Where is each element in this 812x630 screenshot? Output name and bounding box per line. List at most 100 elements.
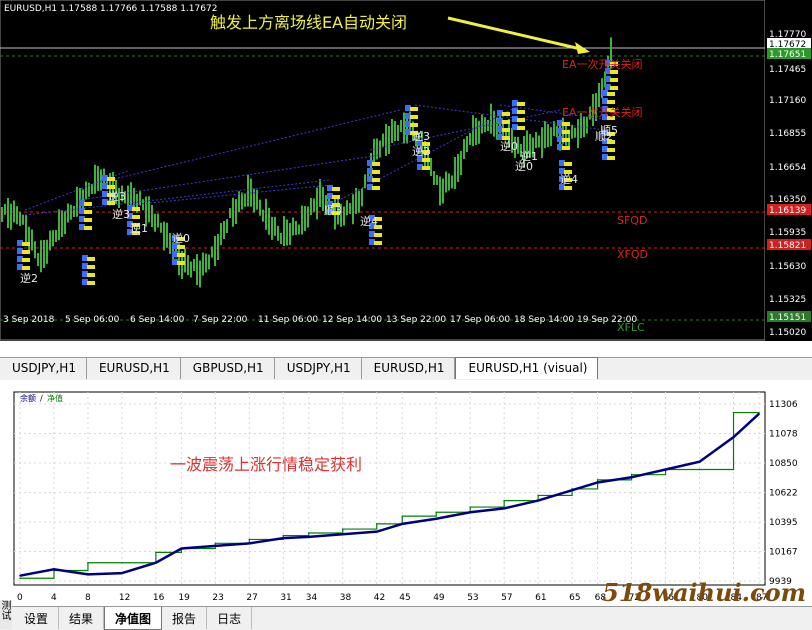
order-mark — [22, 250, 30, 254]
symbol-tab[interactable]: EURUSD,H1 (visual) — [455, 357, 599, 379]
symbol-tab[interactable]: USDJPY,H1 — [0, 358, 87, 379]
trade-label: 逆4 — [360, 214, 378, 228]
time-label: 13 Sep 22:00 — [386, 315, 446, 325]
symbol-tab[interactable]: EURUSD,H1 — [87, 358, 181, 379]
data-point — [308, 536, 310, 538]
order-mark — [517, 126, 525, 130]
order-mark — [372, 186, 380, 190]
symbol-tab-bar: USDJPY,H1 EURUSD,H1 GBPUSD,H1 USDJPY,H1 EURU… — [0, 357, 812, 381]
symbol-tab[interactable]: EURUSD,H1 — [362, 358, 456, 379]
data-point — [435, 517, 438, 520]
order-mark — [610, 86, 618, 90]
x-tick-label: 4 — [51, 593, 57, 603]
x-tick-label: 23 — [212, 593, 223, 603]
data-point — [732, 436, 735, 438]
order-mark — [372, 170, 380, 174]
trade-label: 逆3 — [112, 207, 130, 221]
label-ea2: EA一次开关关闭 — [562, 105, 642, 119]
tester-tab[interactable]: 结果 — [59, 607, 105, 629]
data-point — [282, 537, 285, 539]
time-label: 17 Sep 06:00 — [450, 315, 510, 325]
order-mark — [562, 138, 570, 142]
order-mark — [502, 120, 510, 124]
x-tick-label: 65 — [569, 593, 580, 603]
order-mark — [87, 281, 95, 285]
price-label: 1.15325 — [769, 295, 806, 305]
trade-label: 逆0 — [172, 231, 190, 245]
tester-tab[interactable]: 日志 — [207, 607, 253, 629]
data-point — [758, 413, 760, 415]
data-point — [87, 573, 89, 576]
order-mark — [502, 128, 510, 132]
order-mark — [177, 261, 185, 265]
order-mark — [564, 162, 572, 166]
symbol-tab[interactable]: USDJPY,H1 — [275, 358, 362, 379]
time-label: 18 Sep 14:00 — [514, 315, 574, 325]
trade-label: 逆2 — [20, 271, 38, 285]
time-label: 5 Sep 06:00 — [65, 315, 120, 325]
x-tick-label: 38 — [340, 593, 352, 603]
order-mark — [410, 107, 418, 111]
order-mark — [517, 102, 525, 106]
time-label: 11 Sep 06:00 — [258, 315, 318, 325]
equity-chart-canvas: 0 4 8 12 16 19 23 27 31 34 38 42 45 49 53 57 61 65 68 72 76 8… — [13, 391, 798, 603]
order-mark — [84, 210, 92, 214]
order-mark — [332, 187, 340, 191]
data-point — [155, 551, 157, 554]
x-tick-label: 8 — [85, 593, 91, 603]
price-label: 1.16350 — [769, 195, 806, 205]
data-point — [282, 534, 285, 537]
symbol-tab[interactable]: GBPUSD,H1 — [181, 358, 275, 379]
data-point — [180, 547, 183, 550]
order-mark — [422, 158, 430, 162]
data-point — [664, 468, 667, 471]
tester-tab[interactable]: 设置 — [14, 607, 60, 629]
time-label: 12 Sep 14:00 — [322, 315, 382, 325]
x-tick-label: 16 — [153, 593, 165, 603]
data-point — [248, 538, 251, 541]
data-point — [596, 479, 599, 481]
order-mark — [177, 253, 185, 257]
x-tick-label: 49 — [433, 593, 445, 603]
data-point — [53, 568, 55, 571]
order-mark — [610, 78, 618, 82]
tester-tab[interactable]: 报告 — [162, 607, 208, 629]
x-tick-label: 27 — [246, 593, 257, 603]
order-mark — [607, 156, 615, 160]
data-point — [214, 545, 217, 547]
order-mark — [517, 110, 525, 114]
price-label: 1.17465 — [769, 65, 806, 75]
y-tick-label: 10395 — [769, 518, 798, 528]
tester-tab[interactable]: 净值图 — [104, 607, 163, 630]
data-point — [698, 460, 701, 463]
order-mark — [132, 215, 140, 219]
y-tick-label: 10167 — [769, 547, 798, 557]
price-label: 1.15821 — [769, 241, 806, 251]
price-chart[interactable]: 逆2 逆3 逆1 逆0 逆3 顺3 逆4 逆3 逆2 逆0 逆0 逆1 逆4 顺5 顺2 EURUSD,H1 … — [0, 0, 812, 357]
x-tick-label: 0 — [17, 593, 23, 603]
data-point — [630, 473, 633, 476]
y-tick-label: 10622 — [769, 489, 798, 499]
order-mark — [132, 207, 140, 211]
trade-label: 逆0 — [500, 139, 518, 153]
time-label: 6 Sep 14:00 — [130, 315, 185, 325]
price-label: 1.16139 — [769, 206, 806, 216]
order-mark — [422, 166, 430, 170]
x-tick-label: 19 — [178, 593, 190, 603]
y-tick-label: 10850 — [769, 459, 798, 469]
label-xfqd: XFQD — [617, 248, 648, 261]
equity-annotation: 一波震荡上涨行情稳定获利 — [170, 455, 362, 474]
price-label: 1.17160 — [769, 96, 806, 106]
data-point — [341, 533, 344, 536]
trade-label: 逆2 — [412, 144, 430, 158]
trade-label: 顺2 — [595, 130, 613, 143]
data-point — [503, 507, 505, 510]
order-mark — [372, 178, 380, 182]
price-label: 1.15020 — [769, 328, 806, 338]
order-mark — [562, 122, 570, 126]
order-mark — [372, 162, 380, 166]
order-mark — [502, 112, 510, 116]
order-mark — [84, 226, 92, 230]
data-point — [341, 528, 344, 530]
order-mark — [177, 245, 185, 249]
